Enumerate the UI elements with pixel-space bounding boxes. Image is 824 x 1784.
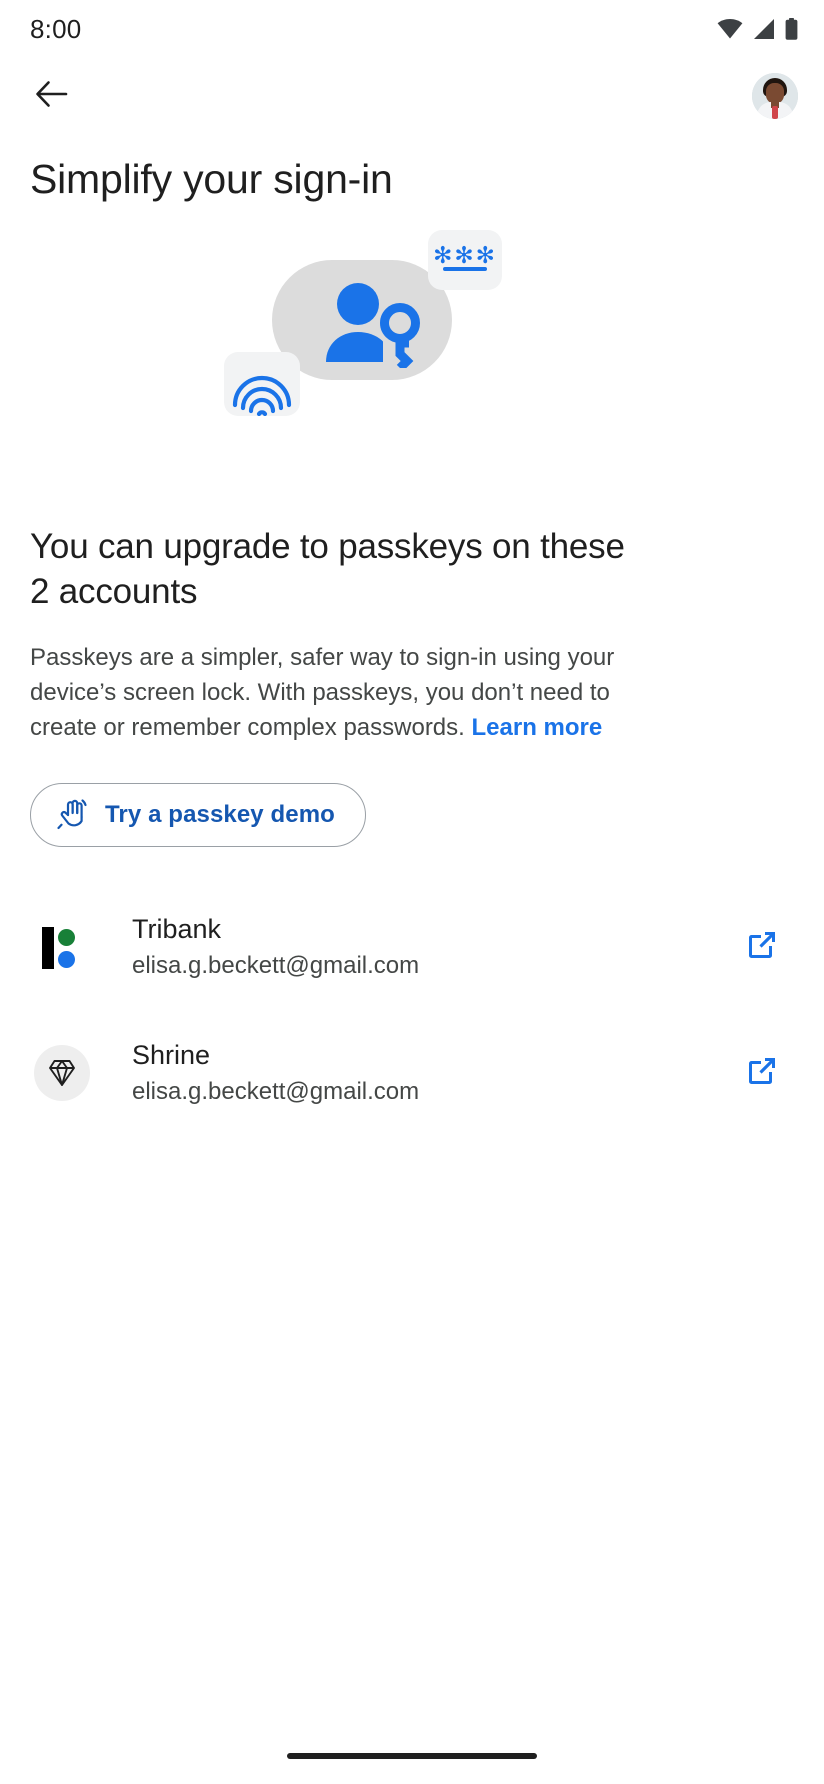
avatar[interactable]: [752, 73, 798, 119]
account-list: Tribank elisa.g.beckett@gmail.com Shrine…: [30, 901, 794, 1119]
hero-illustration: ✻✻✻: [0, 222, 824, 472]
tribank-blue-dot: [58, 951, 75, 968]
system-nav-bar: [0, 1728, 824, 1784]
account-email: elisa.g.beckett@gmail.com: [132, 952, 420, 979]
tribank-logo-icon: [34, 919, 90, 975]
account-text-group: Shrine elisa.g.beckett@gmail.com: [132, 1038, 734, 1108]
masked-password-text: ✻✻✻: [433, 243, 497, 269]
try-passkey-demo-button[interactable]: Try a passkey demo: [30, 783, 366, 847]
touch-gesture-icon: [57, 796, 89, 835]
tribank-green-dot: [58, 929, 75, 946]
back-arrow-icon: [35, 79, 69, 114]
status-bar: 8:00: [0, 0, 824, 58]
status-time: 8:00: [30, 13, 82, 44]
description-text: Passkeys are a simpler, safer way to sig…: [30, 640, 650, 745]
password-card: ✻✻✻: [428, 230, 502, 290]
home-indicator[interactable]: [287, 1753, 537, 1759]
shrine-diamond-icon: [34, 1045, 90, 1101]
account-row-shrine[interactable]: Shrine elisa.g.beckett@gmail.com: [30, 1027, 794, 1119]
account-name: Tribank: [132, 914, 222, 944]
open-in-new-button[interactable]: [734, 1045, 790, 1101]
account-email: elisa.g.beckett@gmail.com: [132, 1078, 420, 1105]
fingerprint-icon: [231, 352, 293, 416]
account-text-group: Tribank elisa.g.beckett@gmail.com: [132, 912, 734, 982]
headline: You can upgrade to passkeys on these 2 a…: [30, 527, 625, 611]
status-icon-group: [717, 18, 798, 40]
cellular-signal-icon: [753, 19, 775, 39]
account-row-tribank[interactable]: Tribank elisa.g.beckett@gmail.com: [30, 901, 794, 993]
tribank-bar: [42, 927, 54, 969]
open-in-new-icon: [744, 927, 780, 968]
main-content: You can upgrade to passkeys on these 2 a…: [0, 472, 824, 1119]
back-button[interactable]: [28, 72, 76, 120]
account-name: Shrine: [132, 1040, 211, 1070]
password-field-underline: [443, 267, 487, 271]
battery-icon: [785, 18, 798, 40]
page-title: Simplify your sign-in: [30, 156, 393, 202]
app-bar: [0, 58, 824, 134]
fingerprint-card: [224, 352, 300, 416]
learn-more-link[interactable]: Learn more: [472, 714, 603, 741]
avatar-collar: [772, 106, 778, 119]
open-in-new-icon: [744, 1053, 780, 1094]
wifi-icon: [717, 19, 743, 39]
person-with-key-icon: [318, 282, 424, 372]
app-screen: 8:00 Simplify your sign-in ✻✻✻ You can u…: [0, 0, 824, 1784]
open-in-new-button[interactable]: [734, 919, 790, 975]
try-passkey-demo-label: Try a passkey demo: [105, 801, 335, 828]
